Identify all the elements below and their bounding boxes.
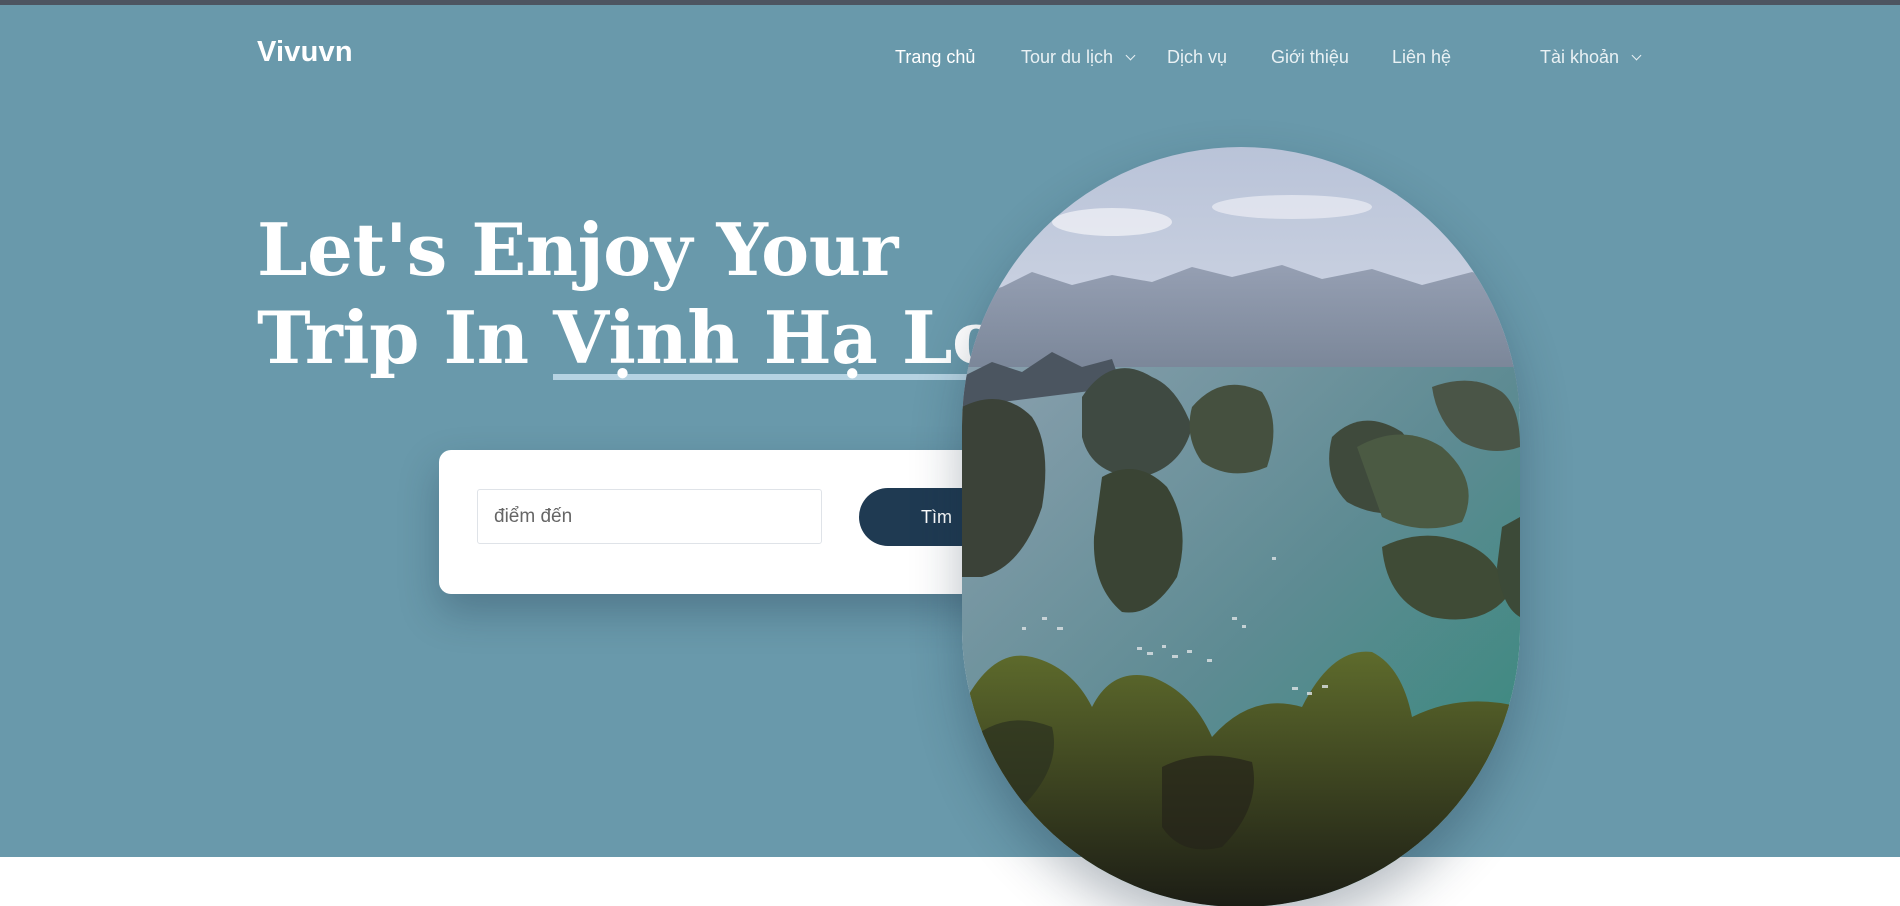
destination-search-input[interactable] <box>477 489 822 544</box>
main-nav: Trang chủ Tour du lịch Dịch vụ Giới thiệ… <box>0 47 1900 69</box>
headline-prefix: Trip In <box>257 295 554 380</box>
nav-item-tours[interactable]: Tour du lịch <box>1021 47 1136 68</box>
nav-item-home[interactable]: Trang chủ <box>895 47 975 68</box>
account-menu-label: Tài khoản <box>1540 47 1620 67</box>
nav-item-about[interactable]: Giới thiệu <box>1271 47 1349 68</box>
account-menu[interactable]: Tài khoản <box>1540 47 1642 68</box>
chevron-down-icon <box>1631 50 1642 61</box>
hero-section <box>0 5 1900 857</box>
chevron-down-icon <box>1125 50 1136 61</box>
nav-item-contact[interactable]: Liên hệ <box>1392 47 1451 68</box>
next-section <box>0 857 1900 906</box>
nav-item-tours-label: Tour du lịch <box>1021 47 1114 67</box>
ha-long-bay-photo <box>962 147 1520 906</box>
nav-item-services[interactable]: Dịch vụ <box>1167 47 1227 68</box>
search-card: Tìm <box>439 450 1051 594</box>
